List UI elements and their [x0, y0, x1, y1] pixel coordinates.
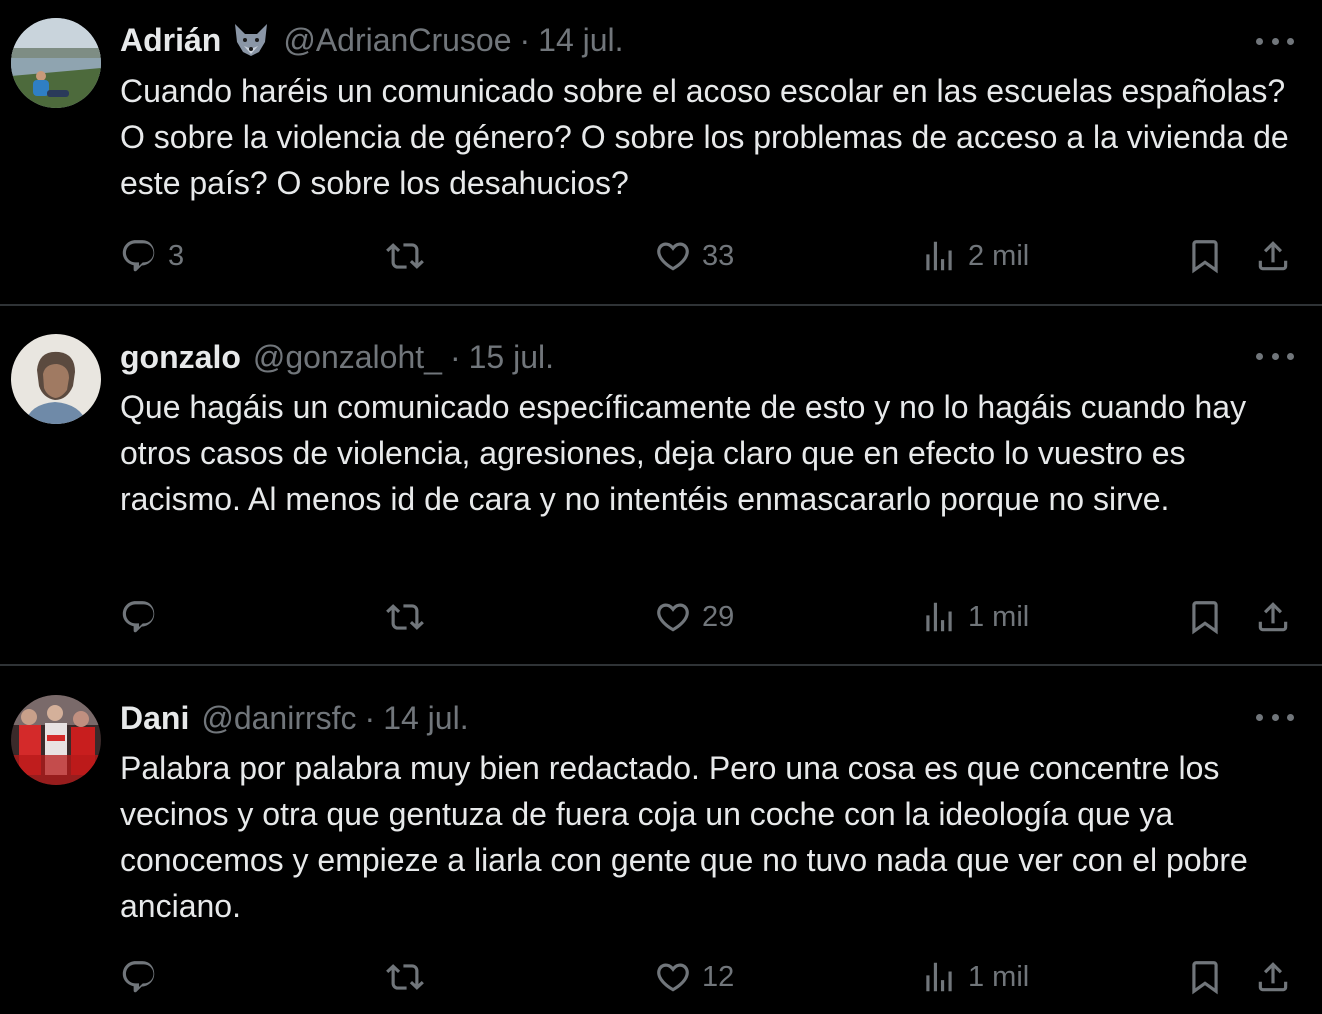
heart-icon	[657, 963, 689, 992]
tweet-date[interactable]: 15 jul.	[469, 339, 554, 376]
like-count: 33	[702, 239, 735, 272]
share-icon	[1258, 962, 1288, 992]
avatar[interactable]	[11, 695, 101, 785]
reply-tweet[interactable]: Adrián @AdrianCrusoe · 14 jul. Cuando ha…	[0, 0, 1322, 304]
retweet-icon	[386, 964, 424, 990]
bookmark-icon	[1192, 240, 1218, 274]
tweet-actions: 3 33 2 mil	[0, 234, 1322, 278]
views-count: 1 mil	[968, 600, 1030, 633]
share-button[interactable]	[1254, 595, 1292, 639]
like-count: 12	[702, 960, 735, 993]
avatar[interactable]	[11, 18, 101, 108]
reply-count: 3	[168, 239, 185, 272]
bookmark-button[interactable]	[1186, 595, 1224, 639]
retweet-button[interactable]	[386, 595, 424, 639]
tweet-date[interactable]: 14 jul.	[538, 22, 623, 59]
bookmark-icon	[1192, 601, 1218, 635]
separator-dot: ·	[449, 338, 461, 375]
views-count: 1 mil	[968, 960, 1030, 993]
separator-dot: ·	[519, 21, 531, 58]
like-button[interactable]: 33	[654, 234, 734, 278]
reply-tweet[interactable]: gonzalo @gonzaloht_ · 15 jul. Que hagáis…	[0, 306, 1322, 664]
views-count: 2 mil	[968, 239, 1030, 272]
views-button[interactable]: 2 mil	[920, 234, 1029, 278]
like-button[interactable]: 12	[654, 955, 734, 999]
separator-dot: ·	[364, 699, 376, 736]
wolf-emoji-icon	[231, 22, 271, 58]
bookmark-button[interactable]	[1186, 234, 1224, 278]
author-handle[interactable]: @gonzaloht_	[253, 339, 442, 376]
author-name[interactable]: gonzalo	[120, 339, 241, 376]
author-name[interactable]: Adrián	[120, 22, 221, 59]
views-icon	[926, 602, 952, 632]
tweet-text: Cuando haréis un comunicado sobre el aco…	[120, 73, 1289, 201]
reply-button[interactable]	[120, 955, 158, 999]
bookmark-icon	[1192, 961, 1218, 995]
avatar[interactable]	[11, 334, 101, 424]
tweet-header: gonzalo @gonzaloht_ · 15 jul.	[120, 337, 554, 377]
retweet-button[interactable]	[386, 955, 424, 999]
share-icon	[1258, 241, 1288, 271]
bookmark-button[interactable]	[1186, 955, 1224, 999]
reply-icon	[122, 240, 155, 272]
tweet-header: Dani @danirrsfc · 14 jul.	[120, 698, 469, 738]
tweet-text: Palabra por palabra muy bien redactado. …	[120, 750, 1248, 924]
tweet-actions: 29 1 mil	[0, 595, 1322, 639]
views-icon	[926, 962, 952, 992]
tweet-date[interactable]: 14 jul.	[383, 700, 468, 737]
author-handle[interactable]: @danirrsfc	[201, 700, 356, 737]
reply-tweet[interactable]: Dani @danirrsfc · 14 jul. Palabra por pa…	[0, 666, 1322, 1014]
author-name[interactable]: Dani	[120, 700, 189, 737]
like-button[interactable]: 29	[654, 595, 734, 639]
heart-icon	[657, 603, 689, 632]
share-button[interactable]	[1254, 234, 1292, 278]
tweet-header: Adrián @AdrianCrusoe · 14 jul.	[120, 20, 624, 60]
author-handle[interactable]: @AdrianCrusoe	[283, 22, 511, 59]
reply-icon	[122, 961, 155, 993]
more-icon[interactable]	[1256, 31, 1294, 51]
retweet-icon	[386, 243, 424, 269]
share-button[interactable]	[1254, 955, 1292, 999]
reply-button[interactable]	[120, 595, 158, 639]
reply-icon	[122, 601, 155, 633]
like-count: 29	[702, 600, 735, 633]
views-icon	[926, 241, 952, 271]
more-icon[interactable]	[1256, 707, 1294, 727]
heart-icon	[657, 242, 689, 271]
more-icon[interactable]	[1256, 346, 1294, 366]
views-button[interactable]: 1 mil	[920, 595, 1029, 639]
retweet-button[interactable]	[386, 234, 424, 278]
retweet-icon	[386, 604, 424, 630]
views-button[interactable]: 1 mil	[920, 955, 1029, 999]
reply-button[interactable]: 3	[120, 234, 184, 278]
tweet-actions: 12 1 mil	[0, 955, 1322, 999]
tweet-text: Que hagáis un comunicado específicamente…	[120, 389, 1247, 517]
share-icon	[1258, 602, 1288, 632]
